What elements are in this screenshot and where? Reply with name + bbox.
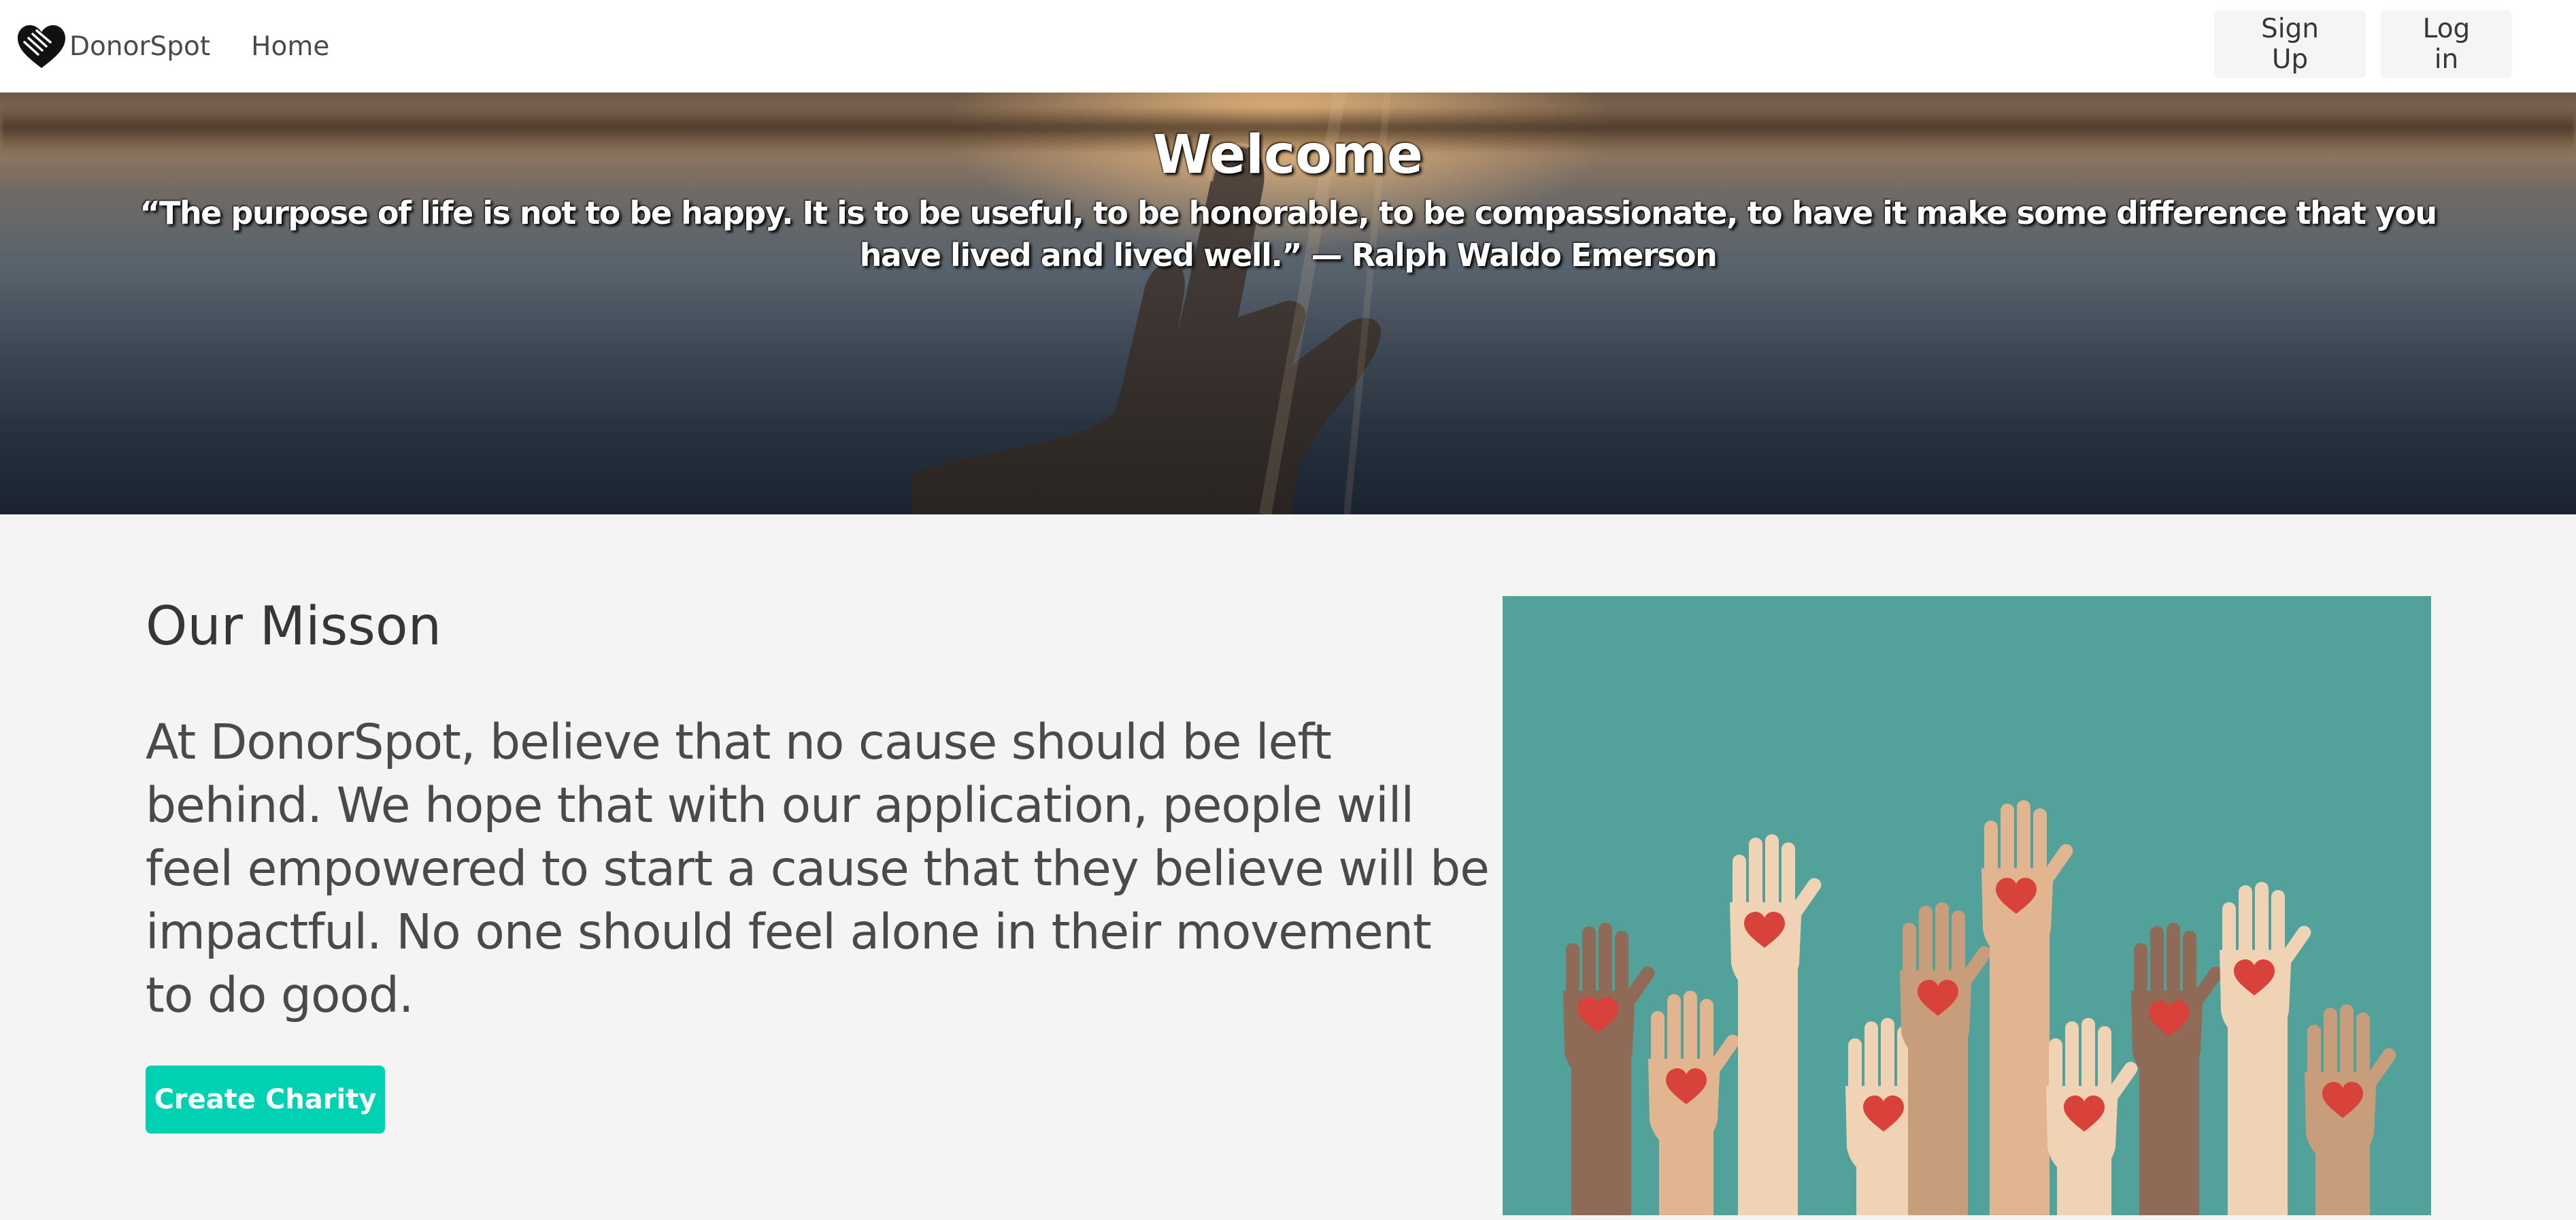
nav-link-home[interactable]: Home <box>251 31 329 62</box>
hero-title: Welcome <box>1153 125 1423 186</box>
navbar: DonorSpot Home Sign Up Log in <box>0 0 2576 93</box>
mission-text: At DonorSpot, believe that no cause shou… <box>146 714 1490 1023</box>
auth-buttons: Sign Up Log in <box>2214 10 2512 78</box>
hero-banner: Welcome “The purpose of life is not to b… <box>0 93 2576 514</box>
hero-text: Welcome “The purpose of life is not to b… <box>0 121 2576 276</box>
raised-hands-svg <box>1563 800 2399 1215</box>
mission-title: Our Misson <box>146 596 442 657</box>
brand-link[interactable]: DonorSpot <box>0 0 210 93</box>
create-charity-button[interactable]: Create Charity <box>146 1066 385 1134</box>
sign-up-button[interactable]: Sign Up <box>2214 10 2366 78</box>
mission-section: Our Misson At DonorSpot, believe that no… <box>0 514 2576 1220</box>
hero-quote: “The purpose of life is not to be happy.… <box>139 195 2437 274</box>
log-in-button[interactable]: Log in <box>2381 10 2512 78</box>
raised-hands-hearts-illustration <box>1503 596 2431 1215</box>
brand-name: DonorSpot <box>69 31 211 62</box>
heart-handshake-icon <box>18 25 65 68</box>
